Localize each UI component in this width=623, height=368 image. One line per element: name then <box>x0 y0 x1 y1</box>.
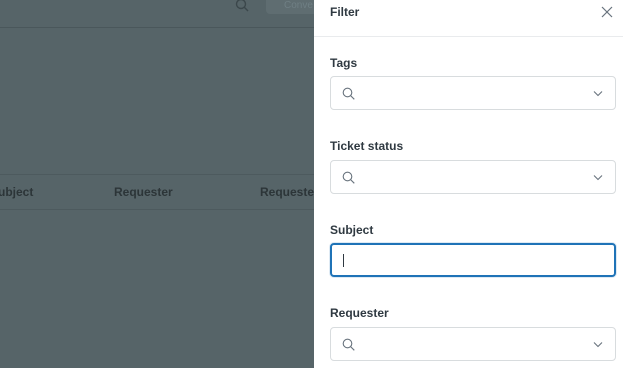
ticket-status-select[interactable] <box>330 160 616 194</box>
search-icon <box>235 0 249 12</box>
subject-input-wrapper[interactable] <box>330 243 616 277</box>
search-icon <box>342 87 355 100</box>
subject-input[interactable] <box>332 245 614 275</box>
column-subject: ubject <box>0 185 34 199</box>
requester-select[interactable] <box>330 327 616 361</box>
background-overlay[interactable]: Conve ubject Requester Requeste <box>0 0 314 368</box>
subject-label: Subject <box>330 223 374 237</box>
requester-label: Requester <box>330 306 389 320</box>
conversations-button: Conve <box>266 0 314 14</box>
chevron-down-icon <box>593 342 603 348</box>
chevron-down-icon <box>593 175 603 181</box>
search-icon <box>342 338 355 351</box>
chevron-down-icon <box>593 91 603 97</box>
background-table-header: ubject Requester Requeste <box>0 174 314 210</box>
filter-panel: Filter Tags Ticket status Subject Reques… <box>314 0 623 368</box>
tags-label: Tags <box>330 56 358 70</box>
tags-select[interactable] <box>330 76 616 110</box>
column-requester-secondary: Requeste <box>260 185 314 199</box>
column-requester: Requester <box>114 185 173 199</box>
filter-panel-header: Filter <box>314 0 623 37</box>
background-top-bar: Conve <box>0 0 314 28</box>
close-icon[interactable] <box>600 5 614 19</box>
ticket-status-label: Ticket status <box>330 139 404 153</box>
text-caret <box>343 254 344 267</box>
search-icon <box>342 171 355 184</box>
panel-title: Filter <box>330 5 360 19</box>
